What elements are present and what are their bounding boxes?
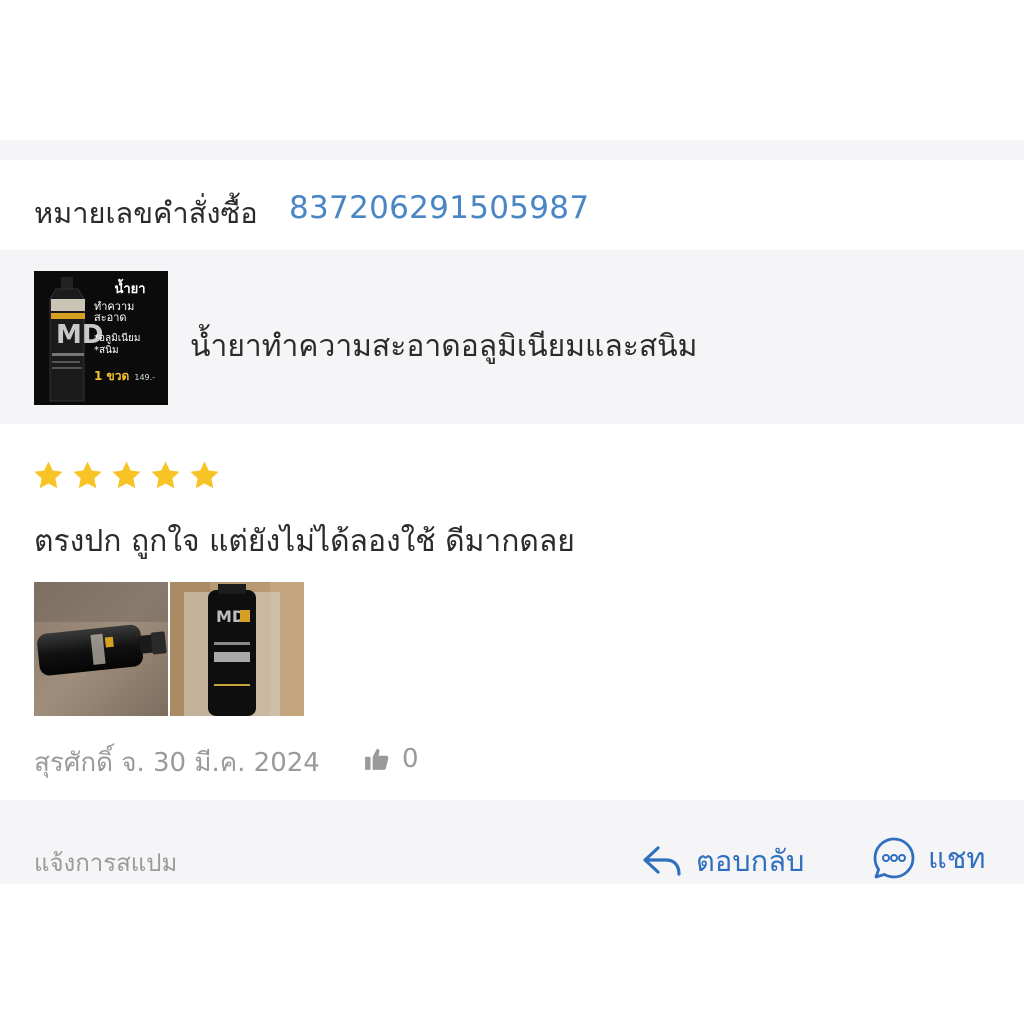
order-number-link[interactable]: 837206291505987 xyxy=(289,190,589,226)
reply-button[interactable]: ตอบกลับ xyxy=(642,838,804,884)
chat-bubble-icon xyxy=(873,837,915,879)
chat-label: แชท xyxy=(928,841,986,875)
product-name[interactable]: น้ำยาทำความสะอาดอลูมิเนียมและสนิม xyxy=(190,323,697,370)
reply-label: ตอบกลับ xyxy=(696,844,805,878)
star-icon xyxy=(190,461,219,489)
order-number-label: หมายเลขคำสั่งซื้อ xyxy=(34,196,258,230)
product-thumbnail[interactable]: MD น้ำยา ทำความสะอาด *อลูมิเนียม *สนิม 1… xyxy=(34,271,168,405)
thumb-line-5: 1 ขวด xyxy=(94,368,130,383)
top-divider-band xyxy=(0,140,1024,160)
thumb-line-2: ทำความสะอาด xyxy=(94,299,135,325)
star-rating xyxy=(32,459,221,492)
star-icon xyxy=(34,461,63,489)
thumb-line-4: *สนิม xyxy=(94,345,119,357)
thumb-line-1: น้ำยา xyxy=(114,282,146,297)
thumb-line-3: *อลูมิเนียม xyxy=(94,332,141,344)
review-photo-1[interactable] xyxy=(34,582,168,716)
review-photo-1-image xyxy=(34,582,168,716)
like-count: 0 xyxy=(402,744,419,774)
review-author-date: สุรศักดิ์ จ. 30 มี.ค. 2024 xyxy=(34,748,320,778)
chat-button[interactable]: แชท xyxy=(872,835,986,881)
report-spam-link[interactable]: แจ้งการสแปม xyxy=(34,843,177,882)
review-text: ตรงปก ถูกใจ แต่ยังไม่ได้ลองใช้ ดีมากดลย xyxy=(34,524,575,559)
review-photo-2[interactable]: MD xyxy=(170,582,304,716)
star-icon xyxy=(73,461,102,489)
reply-arrow-icon xyxy=(643,846,681,876)
thumb-price: 149.- xyxy=(134,372,156,382)
thumb-price-row: 1 ขวด 149.- xyxy=(94,367,166,384)
review-photo-2-image: MD xyxy=(170,582,304,716)
star-icon xyxy=(112,461,141,489)
star-icon xyxy=(151,461,180,489)
product-thumbnail-caption: น้ำยา ทำความสะอาด *อลูมิเนียม *สนิม 1 ขว… xyxy=(94,283,166,384)
like-button[interactable]: 0 xyxy=(364,744,419,774)
thumbs-up-icon xyxy=(365,748,389,770)
